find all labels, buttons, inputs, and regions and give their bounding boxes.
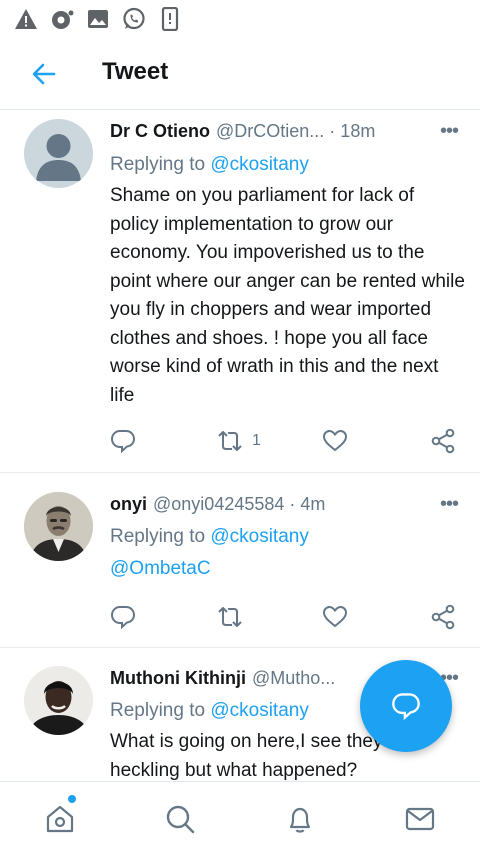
mention-link[interactable]: @OmbetaC [110,558,211,579]
heart-icon [322,605,348,628]
avatar-photo[interactable] [24,666,93,735]
status-bar [0,0,480,38]
tweet-header: Dr C Otieno @DrCOtien... · 18m ••• [110,119,460,143]
reply-icon [110,430,136,454]
compose-reply-icon [392,693,420,721]
like-button[interactable] [322,602,348,632]
tweet-item[interactable]: Dr C Otieno @DrCOtien... · 18m ••• Reply… [0,111,480,473]
tweet-actions: 1 [110,426,460,456]
gallery-icon [86,7,110,31]
retweet-icon [218,431,242,451]
replying-to: Replying to @ckositany [110,696,309,726]
author-name[interactable]: Muthoni Kithinji [110,666,246,690]
app-notification-icon [50,7,74,31]
replying-to: Replying to @ckositany [110,522,309,552]
author-name[interactable]: Dr C Otieno [110,119,210,143]
messages-icon[interactable] [403,802,437,836]
mention-link[interactable]: @ckositany [210,700,309,721]
home-icon[interactable] [43,802,77,836]
heart-icon [322,429,348,452]
replying-to: Replying to @ckositany [110,150,309,180]
search-icon[interactable] [163,802,197,836]
avatar-default[interactable] [24,119,93,188]
replying-label: Replying to [110,700,206,721]
compose-reply-button[interactable] [360,660,452,752]
author-name[interactable]: onyi [110,492,147,516]
home-notification-dot [68,795,76,803]
whatsapp-icon [122,7,146,31]
tweet-item[interactable]: onyi @onyi04245584 · 4m ••• Replying to … [0,473,480,648]
like-button[interactable] [322,426,348,456]
replying-label: Replying to [110,154,206,175]
author-handle-time: @DrCOtien... · 18m [216,121,376,141]
retweet-icon [218,607,242,627]
retweet-button[interactable] [216,602,244,632]
avatar-photo[interactable] [24,492,93,561]
more-options-icon[interactable]: ••• [440,492,459,516]
author-handle-time: @onyi04245584 · 4m [153,494,326,514]
back-arrow-icon[interactable] [30,60,58,88]
tweet-actions [110,602,460,632]
retweet-count: 1 [252,432,261,449]
tweet-text: Shame on you parliament for lack of poli… [110,185,465,406]
share-button[interactable] [430,426,456,456]
share-icon [431,428,455,454]
reply-button[interactable] [110,426,136,456]
author-handle-time: @Mutho... [251,668,336,688]
app-header: Tweet [0,40,480,110]
replying-label: Replying to [110,526,206,547]
share-button[interactable] [430,602,456,632]
mention-link[interactable]: @ckositany [210,154,309,175]
notifications-icon[interactable] [283,802,317,836]
retweet-button[interactable]: 1 [216,426,261,456]
warning-icon [14,7,38,31]
share-icon [431,604,455,630]
replying-to-continued: @OmbetaC [110,554,211,584]
page-title: Tweet [102,58,169,85]
mention-link[interactable]: @ckositany [210,526,309,547]
reply-icon [110,606,136,630]
reply-button[interactable] [110,602,136,632]
more-options-icon[interactable]: ••• [440,119,459,143]
bottom-navigation [0,781,480,854]
phone-device-icon [158,7,182,31]
tweet-header: onyi @onyi04245584 · 4m ••• [110,492,460,516]
